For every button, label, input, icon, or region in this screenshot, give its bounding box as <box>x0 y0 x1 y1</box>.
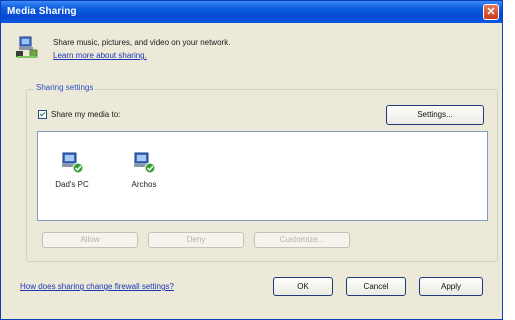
media-sharing-dialog: Media Sharing ✕ Share music, pictures, a… <box>0 0 503 320</box>
shared-pc-icon <box>60 152 84 174</box>
device-item[interactable]: Dad's PC <box>52 152 92 189</box>
title-bar[interactable]: Media Sharing ✕ <box>1 1 502 23</box>
close-icon[interactable]: ✕ <box>483 4 499 20</box>
customize-button[interactable]: Customize... <box>254 232 350 248</box>
deny-button[interactable]: Deny <box>148 232 244 248</box>
ok-button[interactable]: OK <box>273 277 333 296</box>
allow-button[interactable]: Allow <box>42 232 138 248</box>
cancel-button[interactable]: Cancel <box>346 277 406 296</box>
window-title: Media Sharing <box>7 6 77 17</box>
settings-button[interactable]: Settings... <box>386 105 484 125</box>
learn-more-link[interactable]: Learn more about sharing. <box>53 51 147 60</box>
share-media-checkbox[interactable] <box>38 110 47 119</box>
media-sharing-icon <box>16 35 38 59</box>
devices-list: Dad's PC Archos <box>37 131 488 221</box>
header-description: Share music, pictures, and video on your… <box>53 38 231 47</box>
firewall-help-link[interactable]: How does sharing change firewall setting… <box>20 282 174 291</box>
share-media-label: Share my media to: <box>51 110 121 119</box>
apply-button[interactable]: Apply <box>419 277 483 296</box>
device-label: Dad's PC <box>55 180 89 189</box>
share-media-checkbox-row[interactable]: Share my media to: <box>38 110 120 119</box>
device-label: Archos <box>131 180 157 189</box>
shared-device-icon <box>132 152 156 174</box>
sharing-settings-label: Sharing settings <box>34 83 96 92</box>
device-item[interactable]: Archos <box>124 152 164 189</box>
